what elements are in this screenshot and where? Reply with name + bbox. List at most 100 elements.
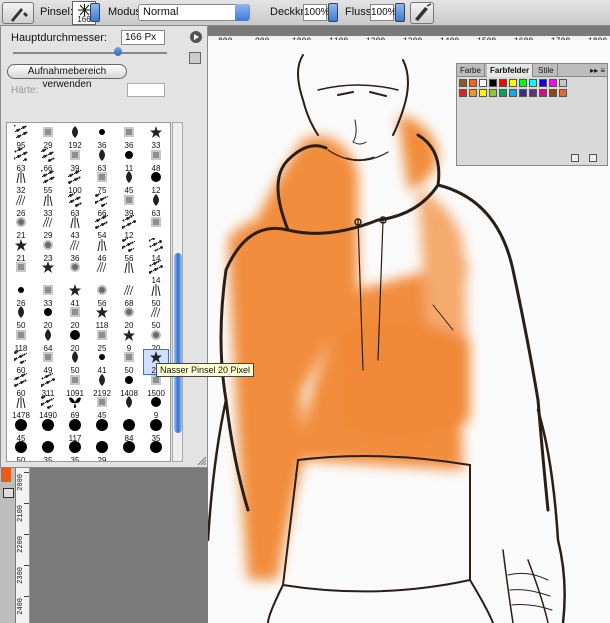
brush-preset-cell[interactable] [117,260,141,284]
flow-slider-arrow[interactable] [395,3,405,22]
hardness-field[interactable] [127,83,165,97]
brush-preset-cell[interactable] [117,440,141,461]
brush-preset-cell[interactable]: 26 [9,283,33,307]
brush-preset-cell[interactable] [36,260,60,284]
brush-preset-cell[interactable]: 29 [90,440,114,461]
brush-preset-cell[interactable] [63,260,87,284]
trash-icon[interactable] [589,154,597,162]
brush-preset-cell[interactable]: 36 [63,238,87,262]
panel-menu-icon[interactable] [190,31,202,43]
brush-preset-cell[interactable]: 9 [144,395,168,420]
brush-preset-cell[interactable]: 33 [36,283,60,307]
color-swatch[interactable] [469,79,477,87]
brush-preset-cell[interactable]: 20 [117,305,141,330]
brush-preset-cell[interactable]: 39 [63,148,87,172]
brush-preset-cell[interactable]: 23 [36,238,60,262]
brush-preset-cell[interactable]: 32 [9,170,33,195]
brush-preset-cell[interactable] [144,440,168,461]
brush-preset-cell[interactable]: 11 [117,148,141,172]
opacity-slider-arrow[interactable] [328,3,338,22]
color-swatch[interactable] [489,89,497,97]
brush-preset-cell[interactable]: 21 [9,215,33,240]
flow-field[interactable]: 100% [370,4,397,21]
mode-select[interactable]: Normal [138,4,250,21]
brush-preset-cell[interactable]: 63 [144,193,168,217]
brush-preset-cell[interactable]: 1490 [36,395,60,420]
color-swatch[interactable] [509,89,517,97]
color-swatch[interactable] [469,89,477,97]
brush-grid-scrollbar[interactable] [172,122,183,462]
color-swatch[interactable] [559,89,567,97]
brush-preset-cell[interactable]: 41 [63,283,87,307]
brush-preset-cell[interactable]: 20 [63,305,87,330]
brush-preset-cell[interactable]: 14 [144,260,168,285]
brush-preset-cell[interactable]: 29 [36,125,60,150]
brush-preset-cell[interactable]: 50 [63,350,87,375]
brush-preset-cell[interactable]: 50 [9,440,33,461]
brush-preset-cell[interactable]: 39 [117,193,141,217]
color-swatch[interactable] [529,79,537,87]
color-swatch[interactable] [549,89,557,97]
brush-preset-cell[interactable] [90,260,114,284]
use-sample-size-button[interactable]: Aufnahmebereich verwenden [7,64,127,90]
color-swatch[interactable] [489,79,497,87]
brush-preset-cell[interactable]: 64 [36,328,60,352]
brush-preset-cell[interactable]: 75 [90,170,114,195]
brush-preset-cell[interactable]: 36 [117,125,141,150]
scrollbar-thumb[interactable] [174,253,182,433]
brush-preset-cell[interactable] [36,418,60,442]
brush-preset-cell[interactable]: 12 [144,170,168,195]
color-swatch[interactable] [459,89,467,97]
brush-preset-cell[interactable]: 69 [63,395,87,420]
color-swatch[interactable] [519,79,527,87]
master-diameter-field[interactable]: 166 Px [121,30,165,45]
brush-preset-cell[interactable]: 117 [63,418,87,442]
brush-preset-cell[interactable]: 63 [9,147,33,172]
color-swatch[interactable] [509,79,517,87]
brush-preset-cell[interactable]: 50 [117,350,141,375]
brush-preset-cell[interactable] [144,215,168,239]
brush-preset-cell[interactable]: 46 [90,238,114,262]
brush-preset-cell[interactable]: 63 [90,148,114,172]
brush-preset-cell[interactable]: 20 [144,328,168,352]
brush-preset-cell[interactable]: 2192 [90,373,114,397]
brush-tool-preset-button[interactable] [2,2,34,24]
brush-preset-cell[interactable]: 60 [9,372,33,397]
opacity-field[interactable]: 100% [303,4,330,21]
brush-preset-cell[interactable]: 1091 [63,373,87,397]
brush-preset-cell[interactable]: 29 [36,215,60,240]
airbrush-toggle[interactable] [410,2,434,24]
color-swatch[interactable] [539,79,547,87]
brush-preset-cell[interactable]: 14 [144,237,168,262]
diameter-slider-track[interactable] [13,52,167,54]
color-swatch[interactable] [499,89,507,97]
brush-preset-cell[interactable]: 55 [36,170,60,195]
tab-stile[interactable]: Stile [535,64,558,77]
brush-preset-cell[interactable]: 35 [63,440,87,461]
brush-preset-cell[interactable]: 311 [36,372,60,397]
brush-preset-cell[interactable]: 48 [144,148,168,172]
brush-preset-cell[interactable]: 100 [63,170,87,195]
brush-preset-cell[interactable]: 25 [90,328,114,352]
brush-preset-cell[interactable]: 54 [90,215,114,240]
color-swatch[interactable] [539,89,547,97]
brush-preset-cell[interactable]: 1478 [9,395,33,420]
quick-mask-icon[interactable] [3,488,14,498]
new-swatch-icon[interactable] [571,154,579,162]
brush-preset-cell[interactable] [117,395,141,419]
brush-preset-cell[interactable]: 1408 [117,373,141,397]
brush-preset-cell[interactable]: 26 [9,193,33,217]
brush-preset-cell[interactable]: 41 [90,350,114,375]
brush-preset-cell[interactable]: 192 [63,125,87,150]
brush-preset-cell[interactable]: 45 [117,170,141,195]
brush-preset-cell[interactable]: 33 [36,193,60,217]
color-swatch[interactable] [479,89,487,97]
color-swatch[interactable] [559,79,567,87]
brush-preset-cell[interactable]: 12 [117,215,141,240]
brush-preset-cell[interactable]: 35 [36,440,60,461]
brush-preset-cell[interactable]: 66 [90,192,114,217]
brush-preset-cell[interactable]: 60 [9,350,33,375]
brush-preset-cell[interactable]: 68 [117,283,141,307]
brush-preset-cell[interactable]: 9 [117,328,141,352]
brush-preset-cell[interactable]: 56 [117,237,141,262]
